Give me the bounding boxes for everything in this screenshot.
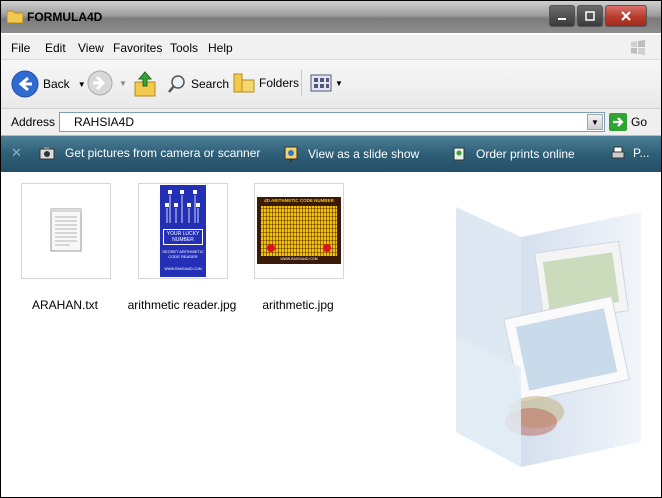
forward-dropdown-icon[interactable]: ▼ [119, 79, 127, 88]
menu-edit[interactable]: Edit [45, 41, 66, 55]
task-slideshow[interactable]: View as a slide show [284, 146, 419, 162]
folders-icon [233, 73, 255, 93]
prints-icon [453, 147, 465, 161]
title-bar[interactable]: FORMULA4D [1, 1, 661, 33]
up-folder-icon [134, 71, 156, 97]
menu-help[interactable]: Help [208, 41, 233, 55]
back-dropdown-icon[interactable]: ▼ [78, 80, 86, 89]
reader-image: YOUR LUCKY NUMBER SECRET ARITHMETIC CODE… [160, 185, 206, 277]
back-label: Back [43, 77, 70, 91]
camera-icon [39, 147, 55, 160]
views-icon [310, 74, 332, 92]
file-arithmetic-thumbnail[interactable]: 4D ARITHMETIC CODE NUMBER WWW.RAHSIA4D.C… [254, 183, 344, 279]
arithmetic-image-title: 4D ARITHMETIC CODE NUMBER [264, 198, 334, 203]
task-slideshow-label: View as a slide show [308, 147, 420, 161]
picture-tasks-bar: ✕ Get pictures from camera or scanner Vi… [1, 136, 661, 172]
address-label: Address [11, 115, 56, 129]
folders-label: Folders [259, 76, 300, 90]
go-label: Go [631, 115, 648, 129]
views-button[interactable]: ▼ [301, 70, 343, 96]
go-button[interactable]: Go [609, 113, 647, 131]
reader-text-line5: WWW.RAHSIA4D.COM [164, 267, 202, 271]
menu-favorites[interactable]: Favorites [113, 41, 162, 55]
back-button[interactable]: Back ▼ [11, 70, 86, 98]
search-icon [168, 75, 185, 93]
toolbar: Back ▼ ▼ Search Folders ▼ [1, 60, 661, 109]
text-file-icon [50, 208, 82, 252]
menu-tools[interactable]: Tools [170, 41, 198, 55]
windows-logo-icon [631, 40, 645, 55]
explorer-window: FORMULA4D File Edit View Favorites Tools… [0, 0, 662, 498]
maximize-button[interactable] [577, 5, 603, 27]
menu-view[interactable]: View [78, 41, 104, 55]
slideshow-icon [284, 146, 298, 162]
address-input[interactable]: RAHSIA4D ▼ [59, 112, 605, 132]
printer-icon [611, 146, 625, 159]
close-tasks-icon[interactable]: ✕ [11, 145, 22, 161]
reader-text-line2: NUMBER [172, 237, 194, 243]
go-arrow-icon [609, 113, 627, 131]
task-camera-label: Get pictures from camera or scanner [65, 146, 261, 160]
close-icon [621, 11, 631, 21]
file-arahan-thumbnail[interactable] [21, 183, 111, 279]
folder-watermark-icon [456, 207, 641, 467]
back-arrow-icon [11, 70, 39, 98]
task-camera[interactable]: Get pictures from camera or scanner [39, 146, 260, 160]
views-dropdown-icon: ▼ [335, 78, 343, 88]
search-label: Search [191, 77, 230, 91]
search-button[interactable]: Search [167, 74, 229, 94]
close-button[interactable] [605, 5, 647, 27]
file-arithmetic-name[interactable]: arithmetic.jpg [228, 298, 368, 312]
up-folder-button[interactable] [133, 70, 157, 98]
address-value: RAHSIA4D [74, 115, 135, 129]
task-print[interactable]: P... [611, 146, 649, 160]
arithmetic-number-grid [261, 206, 337, 256]
address-dropdown-icon[interactable]: ▼ [587, 114, 603, 130]
task-prints[interactable]: Order prints online [452, 146, 575, 162]
minimize-icon [558, 18, 566, 20]
window-title: FORMULA4D [27, 10, 103, 24]
arithmetic-image-footer: WWW.RAHSIA4D.COM [280, 257, 318, 261]
file-list: ARAHAN.txt YOUR LUCKY NUMBER SECRET ARIT… [1, 172, 661, 497]
forward-arrow-icon [87, 70, 113, 96]
minimize-button[interactable] [549, 5, 575, 27]
arithmetic-image: 4D ARITHMETIC CODE NUMBER WWW.RAHSIA4D.C… [257, 197, 341, 264]
file-reader-thumbnail[interactable]: YOUR LUCKY NUMBER SECRET ARITHMETIC CODE… [138, 183, 228, 279]
forward-button[interactable]: ▼ [87, 70, 127, 96]
menu-bar: File Edit View Favorites Tools Help [1, 35, 661, 60]
folder-icon [7, 10, 23, 23]
address-bar: Address RAHSIA4D ▼ Go [1, 109, 661, 136]
task-print-label: P... [633, 146, 650, 160]
menu-file[interactable]: File [11, 41, 30, 55]
reader-text-line4: CODE READER [168, 254, 198, 259]
task-prints-label: Order prints online [476, 147, 575, 161]
folders-button[interactable]: Folders [233, 72, 299, 94]
reader-diagram [165, 190, 200, 223]
maximize-icon [585, 11, 595, 21]
